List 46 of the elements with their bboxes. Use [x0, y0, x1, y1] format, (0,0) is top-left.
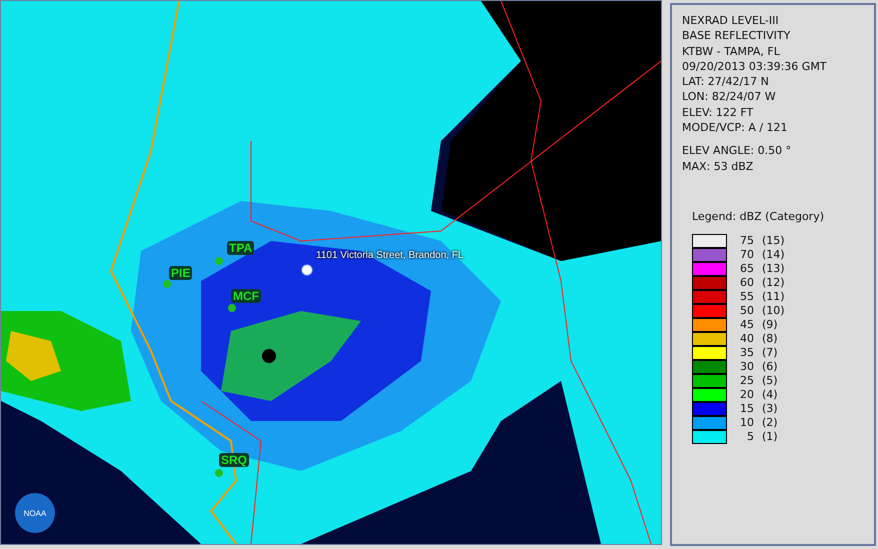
legend-value: 20: [739, 388, 754, 402]
legend-category: (4): [762, 388, 778, 402]
legend-title: Legend: dBZ (Category): [692, 210, 825, 223]
legend-category: (12): [762, 276, 785, 290]
legend-value: 45: [739, 318, 754, 332]
legend-category: (13): [762, 262, 785, 276]
legend-value: 25: [739, 374, 754, 388]
info-line: MAX: 53 dBZ: [682, 158, 754, 174]
legend-category: (10): [762, 304, 785, 318]
legend-category: (2): [762, 416, 778, 430]
legend-value: 40: [739, 332, 754, 346]
station-label: MCF: [231, 289, 261, 303]
legend-value: 15: [739, 402, 754, 416]
info-line: 09/20/2013 03:39:36 GMT: [682, 58, 828, 74]
station-label: TPA: [227, 241, 254, 255]
location-label: 1101 Victoria Street, Brandon, FL: [316, 250, 464, 261]
info-line: ELEV: 122 FT: [682, 104, 754, 120]
info-line: ELEV ANGLE: 0.50 °: [682, 143, 792, 159]
station-label: PIE: [169, 266, 192, 280]
legend-category: (5): [762, 374, 778, 388]
info-line: MODE/VCP: A / 121: [682, 120, 789, 136]
legend-category: (7): [762, 346, 778, 360]
legend-category: (6): [762, 360, 778, 374]
station-label: SRQ: [219, 453, 250, 467]
legend-value: 75: [739, 234, 754, 248]
legend-category: (14): [762, 248, 785, 262]
legend-value: 35: [739, 346, 754, 360]
legend-category: (1): [762, 430, 778, 444]
info-line: KTBW - TAMPA, FL: [682, 44, 781, 59]
info-line: LON: 82/24/07 W: [682, 89, 777, 105]
legend-value: 10: [739, 416, 754, 430]
legend-value: 60: [739, 276, 754, 290]
info-line: BASE REFLECTIVITY: [682, 28, 792, 44]
legend-value: 65: [739, 262, 754, 276]
legend-value: 50: [739, 304, 754, 318]
legend-category: (15): [762, 234, 785, 248]
legend-category: (11): [762, 290, 785, 304]
legend-category: (9): [762, 318, 778, 332]
info-line: LAT: 27/42/17 N: [682, 74, 770, 90]
legend-category: (3): [762, 402, 778, 416]
legend-value: 55: [739, 290, 754, 304]
legend-category: (8): [762, 332, 778, 346]
legend-value: 30: [739, 360, 754, 374]
legend-value: 70: [739, 248, 754, 262]
legend-value: 5: [746, 430, 754, 444]
info-line: NEXRAD LEVEL-III: [682, 13, 780, 28]
